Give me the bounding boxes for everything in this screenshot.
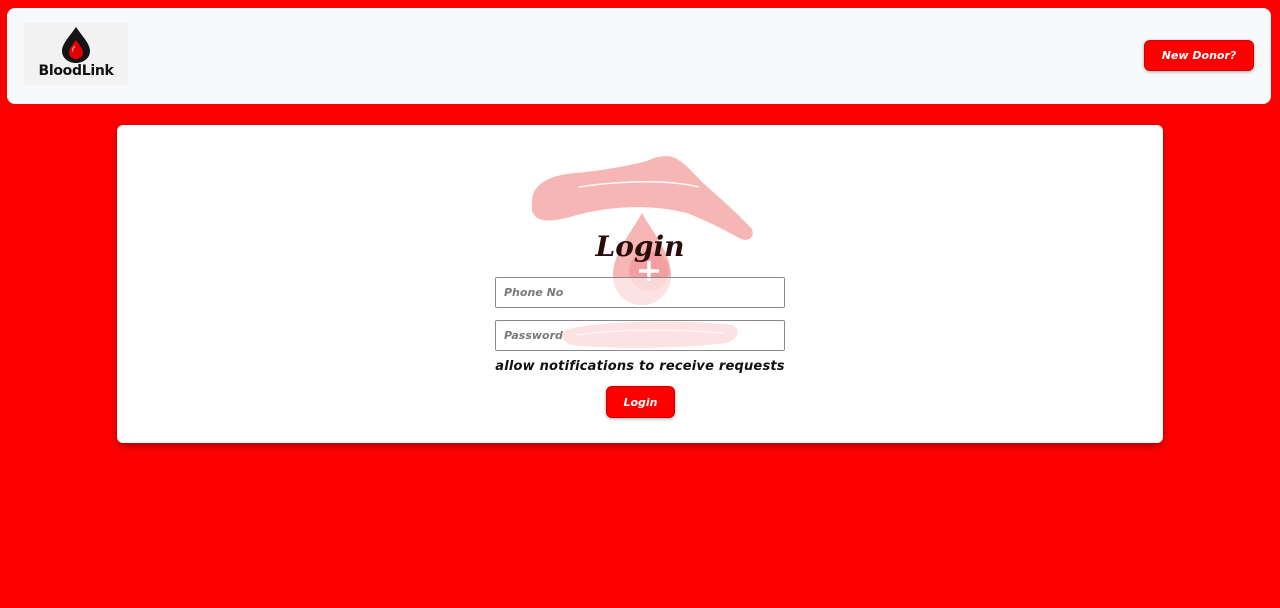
notification-hint: allow notifications to receive requests	[495, 359, 785, 374]
login-card: Login allow notifications to receive req…	[117, 125, 1163, 443]
login-button[interactable]: Login	[606, 386, 675, 418]
new-donor-button[interactable]: New Donor?	[1144, 40, 1254, 71]
top-navbar: BloodLink New Donor?	[7, 8, 1271, 104]
password-input[interactable]	[495, 320, 785, 351]
brand-logo[interactable]: BloodLink	[24, 23, 128, 85]
login-title: Login	[595, 230, 685, 263]
brand-name: BloodLink	[38, 63, 114, 79]
phone-input[interactable]	[495, 277, 785, 308]
blood-drop-icon	[62, 27, 90, 63]
